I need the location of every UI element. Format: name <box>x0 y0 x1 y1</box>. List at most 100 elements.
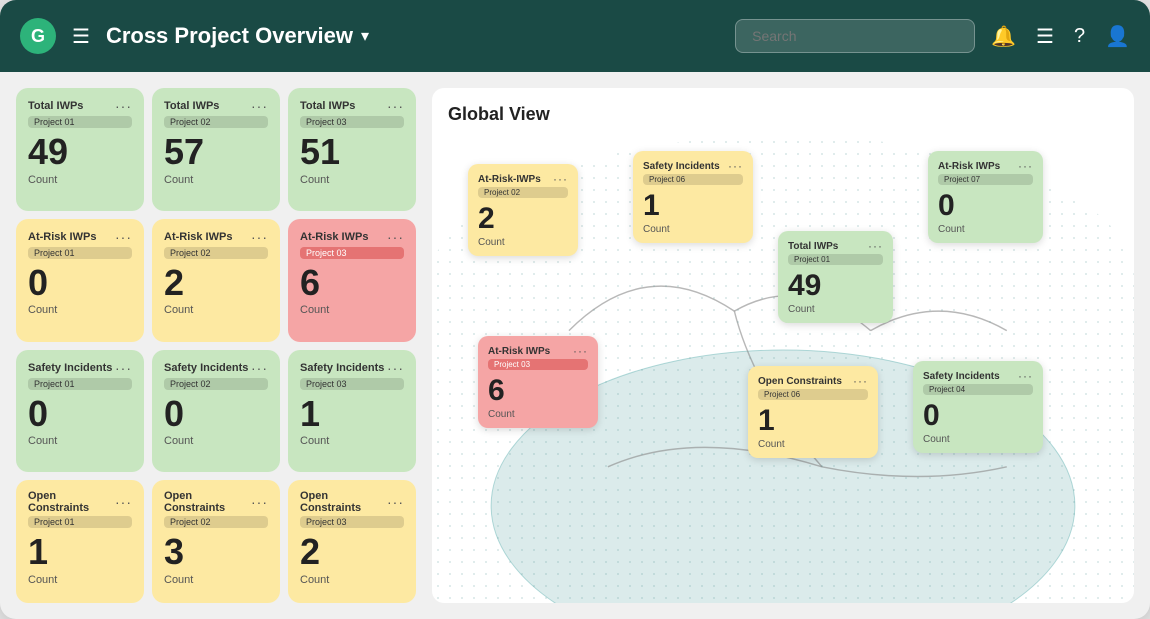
card-menu[interactable]: ··· <box>1018 369 1033 383</box>
card-badge: Project 03 <box>488 359 588 370</box>
card-header: Safety Incidents ··· <box>164 360 268 376</box>
global-float-card[interactable]: Safety Incidents ··· Project 04 0 Count <box>913 361 1043 453</box>
card-value: 0 <box>164 394 268 434</box>
card-menu[interactable]: ··· <box>573 344 588 358</box>
card-value: 1 <box>28 532 132 572</box>
list-icon[interactable]: ☰ <box>1036 24 1054 49</box>
card-badge: Project 01 <box>28 116 132 128</box>
card-menu[interactable]: ··· <box>853 374 868 388</box>
card-header: Safety Incidents ··· <box>28 360 132 376</box>
metric-card[interactable]: Safety Incidents ··· Project 01 0 Count <box>16 350 144 473</box>
logo[interactable]: G <box>20 18 56 54</box>
card-header: Open Constraints ··· <box>28 490 132 514</box>
card-menu[interactable]: ··· <box>728 159 743 173</box>
global-float-card[interactable]: At-Risk-IWPs ··· Project 02 2 Count <box>468 164 578 256</box>
card-title: Safety Incidents <box>643 161 720 172</box>
card-header: Safety Incidents ··· <box>300 360 404 376</box>
card-value: 6 <box>300 263 404 303</box>
metric-card[interactable]: Open Constraints ··· Project 03 2 Count <box>288 480 416 603</box>
card-title: At-Risk-IWPs <box>478 174 541 185</box>
metric-card[interactable]: Open Constraints ··· Project 01 1 Count <box>16 480 144 603</box>
metric-card[interactable]: Safety Incidents ··· Project 03 1 Count <box>288 350 416 473</box>
metric-card[interactable]: Safety Incidents ··· Project 02 0 Count <box>152 350 280 473</box>
card-menu[interactable]: ··· <box>115 98 132 114</box>
global-view-title: Global View <box>448 104 1118 125</box>
card-value: 6 <box>488 374 588 407</box>
global-float-card[interactable]: At-Risk IWPs ··· Project 07 0 Count <box>928 151 1043 243</box>
user-icon[interactable]: 👤 <box>1105 24 1130 49</box>
chevron-down-icon[interactable]: ▾ <box>361 26 369 46</box>
card-badge: Project 02 <box>164 247 268 259</box>
card-value: 2 <box>478 202 568 235</box>
card-title: Total IWPs <box>300 100 355 112</box>
card-label: Count <box>28 304 132 316</box>
card-header: Safety Incidents ··· <box>923 369 1033 383</box>
card-badge: Project 06 <box>758 389 868 400</box>
card-badge: Project 01 <box>28 247 132 259</box>
card-header: At-Risk IWPs ··· <box>938 159 1033 173</box>
card-title: At-Risk IWPs <box>28 231 96 243</box>
logo-text: G <box>31 26 45 47</box>
card-menu[interactable]: ··· <box>115 360 132 376</box>
global-float-card[interactable]: Total IWPs ··· Project 01 49 Count <box>778 231 893 323</box>
card-header: Open Constraints ··· <box>300 490 404 514</box>
card-title: At-Risk IWPs <box>164 231 232 243</box>
card-menu[interactable]: ··· <box>251 229 268 245</box>
card-label: Count <box>164 435 268 447</box>
card-badge: Project 04 <box>923 384 1033 395</box>
app-container: G ☰ Cross Project Overview ▾ 🔔 ☰ ? 👤 Tot… <box>0 0 1150 619</box>
metric-card[interactable]: At-Risk IWPs ··· Project 03 6 Count <box>288 219 416 342</box>
card-title: Total IWPs <box>788 241 838 252</box>
card-menu[interactable]: ··· <box>387 360 404 376</box>
metric-card[interactable]: At-Risk IWPs ··· Project 02 2 Count <box>152 219 280 342</box>
card-value: 2 <box>164 263 268 303</box>
card-badge: Project 03 <box>300 378 404 390</box>
card-label: Count <box>758 439 868 450</box>
card-header: At-Risk IWPs ··· <box>488 344 588 358</box>
card-title: Open Constraints <box>164 490 251 514</box>
card-value: 1 <box>300 394 404 434</box>
card-label: Count <box>164 304 268 316</box>
notification-icon[interactable]: 🔔 <box>991 24 1016 49</box>
card-badge: Project 03 <box>300 516 404 528</box>
card-menu[interactable]: ··· <box>251 98 268 114</box>
card-badge: Project 02 <box>164 116 268 128</box>
help-icon[interactable]: ? <box>1074 25 1085 48</box>
card-header: Total IWPs ··· <box>164 98 268 114</box>
global-float-card[interactable]: Open Constraints ··· Project 06 1 Count <box>748 366 878 458</box>
card-menu[interactable]: ··· <box>387 229 404 245</box>
card-menu[interactable]: ··· <box>387 494 404 510</box>
metric-card[interactable]: At-Risk IWPs ··· Project 01 0 Count <box>16 219 144 342</box>
card-menu[interactable]: ··· <box>115 229 132 245</box>
metric-card[interactable]: Total IWPs ··· Project 03 51 Count <box>288 88 416 211</box>
card-title: Safety Incidents <box>28 362 112 374</box>
card-label: Count <box>478 237 568 248</box>
global-float-card[interactable]: At-Risk IWPs ··· Project 03 6 Count <box>478 336 598 428</box>
card-menu[interactable]: ··· <box>1018 159 1033 173</box>
card-menu[interactable]: ··· <box>251 360 268 376</box>
page-title: Cross Project Overview <box>106 23 353 49</box>
card-menu[interactable]: ··· <box>868 239 883 253</box>
card-badge: Project 03 <box>300 116 404 128</box>
metric-card[interactable]: Open Constraints ··· Project 02 3 Count <box>152 480 280 603</box>
card-menu[interactable]: ··· <box>387 98 404 114</box>
card-label: Count <box>938 224 1033 235</box>
card-value: 49 <box>28 132 132 172</box>
search-input[interactable] <box>735 19 975 53</box>
card-title: At-Risk IWPs <box>938 161 1000 172</box>
metric-card[interactable]: Total IWPs ··· Project 01 49 Count <box>16 88 144 211</box>
card-label: Count <box>643 224 743 235</box>
header-icons: 🔔 ☰ ? 👤 <box>991 24 1130 49</box>
metric-card[interactable]: Total IWPs ··· Project 02 57 Count <box>152 88 280 211</box>
global-float-card[interactable]: Safety Incidents ··· Project 06 1 Count <box>633 151 753 243</box>
card-title: Safety Incidents <box>300 362 384 374</box>
card-title: Open Constraints <box>300 490 387 514</box>
card-header: Total IWPs ··· <box>300 98 404 114</box>
card-badge: Project 02 <box>164 516 268 528</box>
card-menu[interactable]: ··· <box>553 172 568 186</box>
menu-icon[interactable]: ☰ <box>72 24 90 49</box>
card-menu[interactable]: ··· <box>251 494 268 510</box>
card-menu[interactable]: ··· <box>115 494 132 510</box>
header: G ☰ Cross Project Overview ▾ 🔔 ☰ ? 👤 <box>0 0 1150 72</box>
card-value: 0 <box>938 189 1033 222</box>
